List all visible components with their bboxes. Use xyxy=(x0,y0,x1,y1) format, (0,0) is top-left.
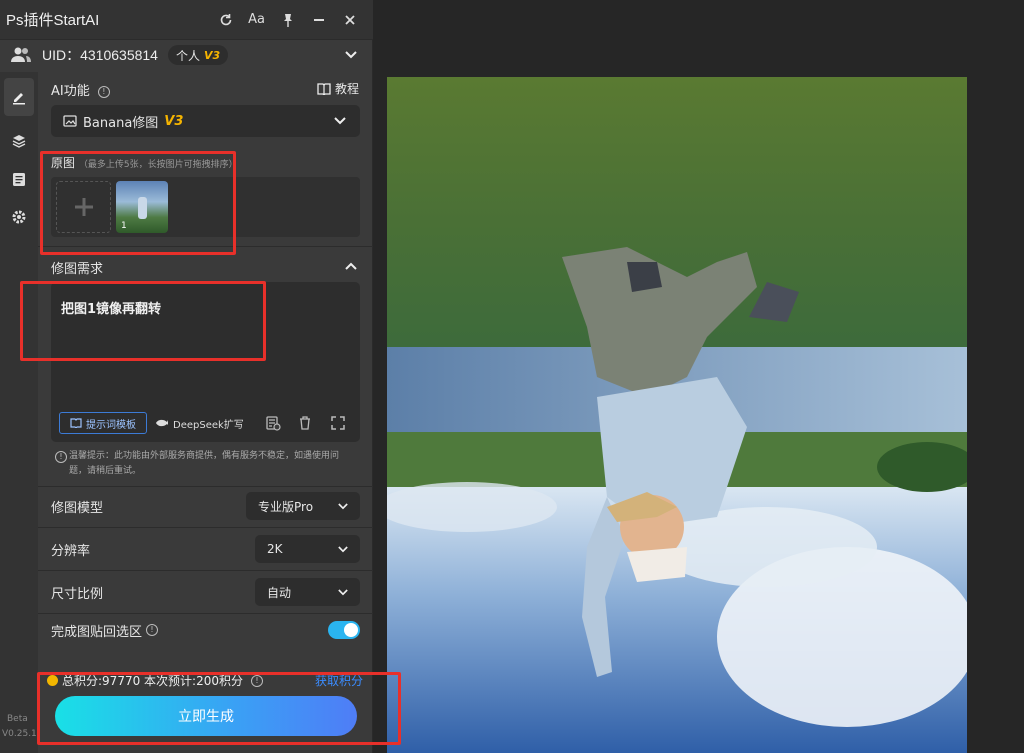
ai-function-label: AI功能 xyxy=(51,84,90,99)
notes-icon[interactable] xyxy=(0,160,38,198)
ratio-row: 尺寸比例 自动 xyxy=(38,573,373,611)
info-icon[interactable]: ! xyxy=(146,624,159,636)
settings-icon[interactable] xyxy=(0,198,38,236)
paste-back-label: 完成图贴回选区 xyxy=(51,624,143,640)
tier-badge: 个人 V3 xyxy=(167,45,229,65)
edit-icon[interactable] xyxy=(4,78,34,116)
ratio-value: 自动 xyxy=(267,585,292,600)
book-icon xyxy=(317,82,331,95)
highlight-box xyxy=(20,281,266,361)
expand-icon[interactable] xyxy=(330,415,346,431)
beta-label: Beta xyxy=(7,714,28,724)
requirement-label: 修图需求 xyxy=(51,262,104,277)
model-select[interactable]: 专业版Pro xyxy=(246,492,360,520)
title-bar: Ps插件StartAI Aa xyxy=(0,0,373,40)
canvas-image xyxy=(387,77,967,753)
whale-icon xyxy=(156,419,168,427)
app-title: Ps插件StartAI xyxy=(6,12,100,29)
model-label: 修图模型 xyxy=(51,500,104,516)
users-icon xyxy=(11,47,31,62)
prompt-template-label: 提示词模板 xyxy=(86,419,136,431)
toggle-knob xyxy=(344,623,358,637)
resolution-label: 分辨率 xyxy=(51,543,91,559)
highlight-box xyxy=(40,151,236,255)
account-bar: UID：4310635814 个人 V3 xyxy=(0,40,373,70)
figure-scarf xyxy=(627,547,687,582)
history-icon[interactable] xyxy=(265,415,281,431)
chevron-down-icon xyxy=(338,503,348,510)
tutorial-link[interactable]: 教程 xyxy=(317,80,359,97)
chevron-down-icon xyxy=(334,117,346,125)
font-size-icon[interactable]: Aa xyxy=(241,8,272,32)
chevron-down-icon xyxy=(338,546,348,553)
close-icon[interactable] xyxy=(334,8,365,32)
paste-back-row: 完成图贴回选区 ! xyxy=(38,611,373,649)
chevron-down-icon xyxy=(338,589,348,596)
plugin-panel: Ps插件StartAI Aa UID：4310635814 个人 V3 Beta… xyxy=(0,0,373,753)
model-value: 专业版Pro xyxy=(258,499,314,514)
ratio-select[interactable]: 自动 xyxy=(255,578,360,606)
info-icon: ! xyxy=(55,451,67,463)
chevron-down-icon[interactable] xyxy=(345,51,357,59)
ai-function-version-badge: V3 xyxy=(164,113,184,129)
refresh-icon[interactable] xyxy=(210,8,241,32)
ratio-label: 尺寸比例 xyxy=(51,586,104,602)
tutorial-label: 教程 xyxy=(334,82,359,96)
pin-icon[interactable] xyxy=(272,8,303,32)
canvas-photo xyxy=(387,77,967,753)
figure-shoe xyxy=(627,262,662,292)
ai-function-select[interactable]: Banana修图 V3 xyxy=(51,105,360,137)
resolution-select[interactable]: 2K xyxy=(255,535,360,563)
ai-function-header: AI功能 ! xyxy=(51,80,110,99)
prompt-template-button[interactable]: 提示词模板 xyxy=(59,412,147,434)
layers-icon[interactable] xyxy=(0,122,38,160)
info-icon[interactable]: ! xyxy=(97,85,110,98)
model-row: 修图模型 专业版Pro xyxy=(38,487,373,525)
deepseek-label: DeepSeek扩写 xyxy=(173,419,244,431)
resolution-row: 分辨率 2K xyxy=(38,530,373,568)
highlight-box xyxy=(37,672,401,745)
chevron-up-icon[interactable] xyxy=(345,262,357,270)
image-icon xyxy=(63,115,77,127)
minimize-icon[interactable] xyxy=(303,8,334,32)
divider xyxy=(38,570,373,571)
divider xyxy=(38,527,373,528)
uid-label: UID：4310635814 xyxy=(42,47,158,63)
version-label: V0.25.1 xyxy=(2,729,37,739)
resolution-value: 2K xyxy=(267,542,283,556)
deepseek-expand-button[interactable]: DeepSeek扩写 xyxy=(155,412,244,434)
paste-back-toggle[interactable] xyxy=(328,621,360,639)
trash-icon[interactable] xyxy=(297,415,313,431)
ai-function-value: Banana修图 xyxy=(83,115,159,131)
book-icon xyxy=(70,418,82,428)
side-rail: Beta V0.25.1 xyxy=(0,72,38,753)
tier-version-badge: V3 xyxy=(204,48,221,62)
tier-label: 个人 xyxy=(175,48,200,63)
notice-text: 温馨提示：此功能由外部服务商提供，偶有服务不稳定，如遇使用问题，请稍后重试。 xyxy=(69,451,340,476)
notice: ! 温馨提示：此功能由外部服务商提供，偶有服务不稳定，如遇使用问题，请稍后重试。 xyxy=(51,449,356,479)
